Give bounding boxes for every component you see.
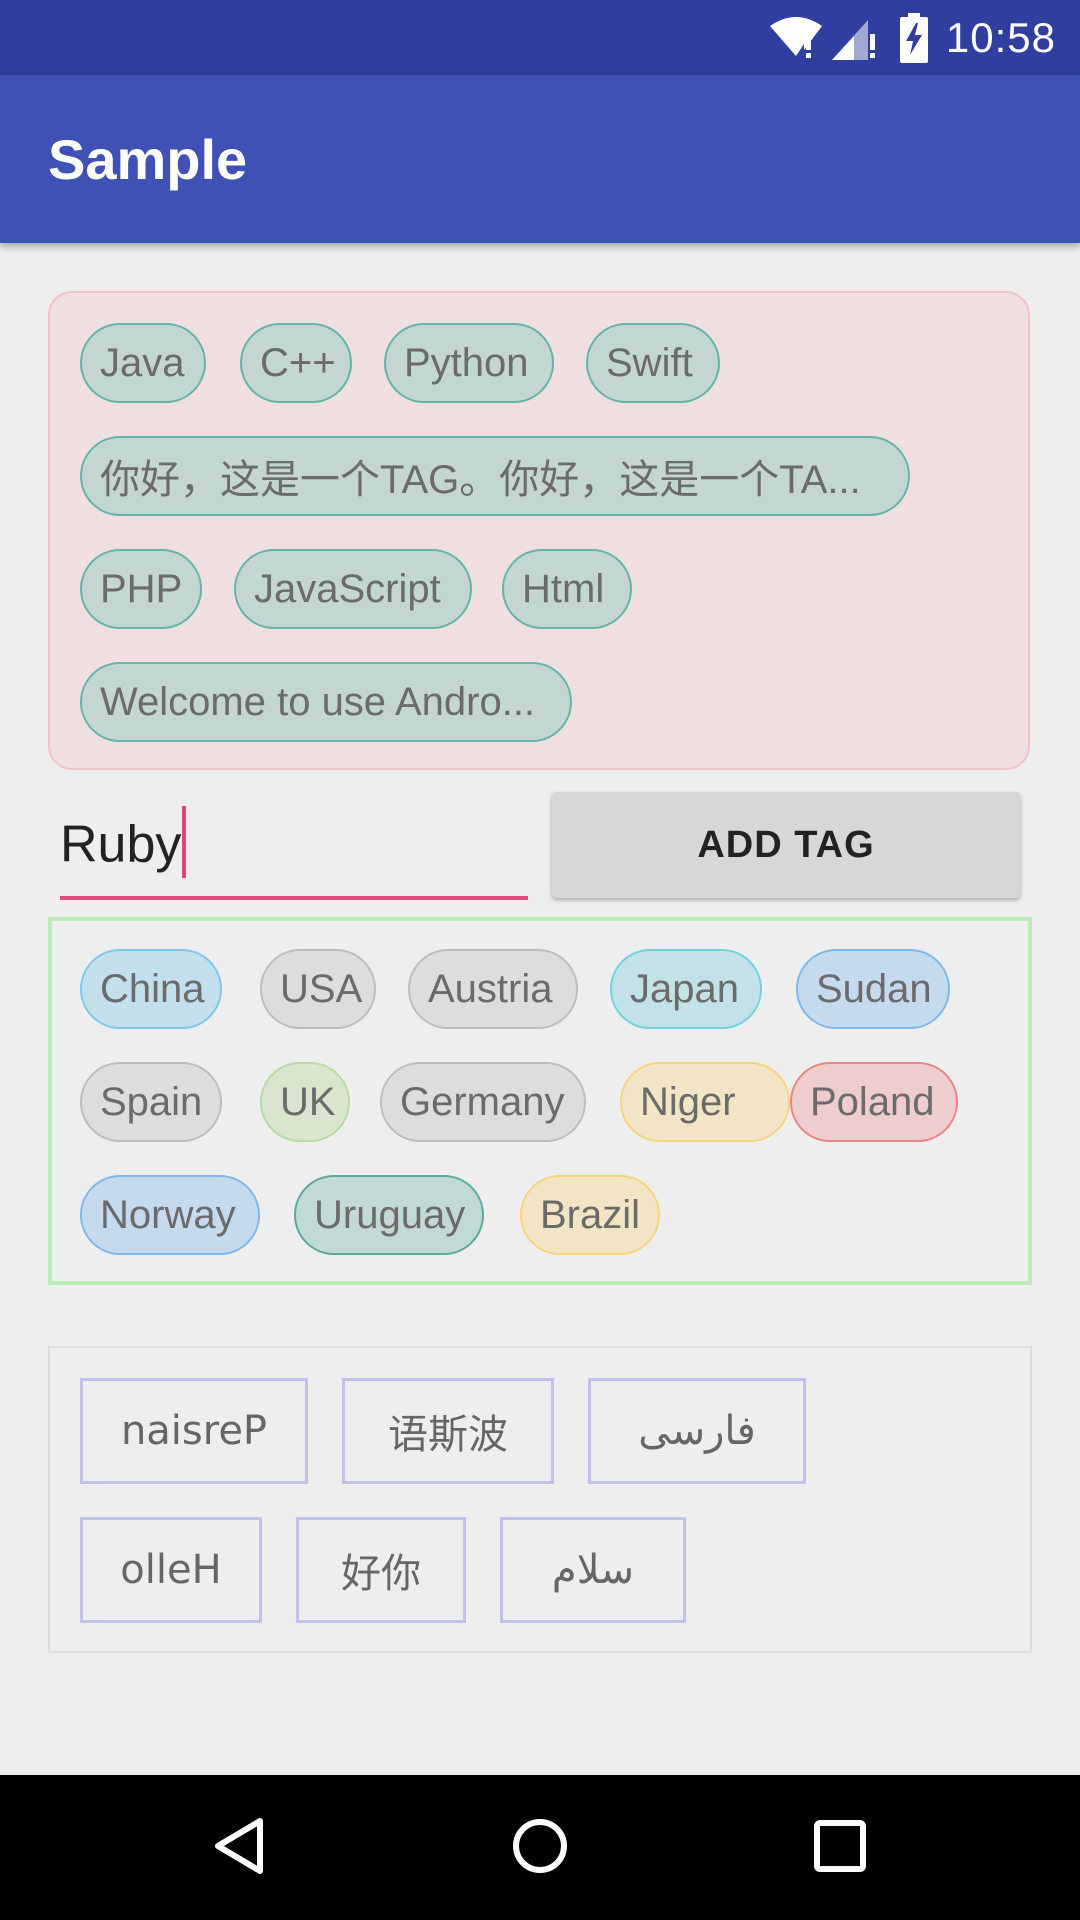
tag-php[interactable]: PHP bbox=[80, 549, 202, 629]
app-title: Sample bbox=[48, 128, 248, 191]
status-time: 10:58 bbox=[945, 13, 1056, 61]
app-bar: Sample bbox=[0, 75, 1080, 243]
back-icon bbox=[210, 1816, 270, 1880]
tag-cpp[interactable]: C++ bbox=[240, 323, 352, 403]
tag-poland[interactable]: Poland bbox=[790, 1062, 958, 1142]
tag-swift[interactable]: Swift bbox=[586, 323, 720, 403]
back-button[interactable] bbox=[165, 1775, 315, 1920]
tag-rtl-hello-reversed[interactable]: olleH bbox=[80, 1517, 262, 1623]
recents-button[interactable] bbox=[765, 1775, 915, 1920]
tag-brazil[interactable]: Brazil bbox=[520, 1175, 660, 1255]
tag-python[interactable]: Python bbox=[384, 323, 554, 403]
tag-uruguay[interactable]: Uruguay bbox=[294, 1175, 484, 1255]
tag-input-value: Ruby bbox=[60, 815, 182, 874]
home-button[interactable] bbox=[465, 1775, 615, 1920]
tag-group-languages: Java C++ Python Swift 你好，这是一个TAG。你好，这是一个… bbox=[48, 291, 1030, 770]
tag-chinese-long[interactable]: 你好，这是一个TAG。你好，这是一个TA... bbox=[80, 436, 910, 516]
tag-html[interactable]: Html bbox=[502, 549, 632, 629]
home-icon bbox=[510, 1816, 570, 1880]
tag-java[interactable]: Java bbox=[80, 323, 206, 403]
status-bar: 10:58 bbox=[0, 0, 1080, 75]
tag-javascript[interactable]: JavaScript bbox=[234, 549, 472, 629]
navigation-bar bbox=[0, 1775, 1080, 1920]
tag-japan[interactable]: Japan bbox=[610, 949, 762, 1029]
tag-rtl-farsi[interactable]: فارسی bbox=[588, 1378, 806, 1484]
input-underline bbox=[60, 896, 528, 900]
tag-welcome[interactable]: Welcome to use Andro... bbox=[80, 662, 572, 742]
tag-rtl-persian-reversed[interactable]: naisreP bbox=[80, 1378, 308, 1484]
tag-rtl-chinese-reversed[interactable]: 语斯波 bbox=[342, 1378, 554, 1484]
tag-spain[interactable]: Spain bbox=[80, 1062, 222, 1142]
tag-input-field[interactable]: Ruby bbox=[60, 792, 528, 900]
signal-icon bbox=[830, 14, 878, 62]
status-icons: 10:58 bbox=[768, 0, 1080, 75]
tag-usa[interactable]: USA bbox=[260, 949, 376, 1029]
add-tag-button[interactable]: ADD TAG bbox=[552, 792, 1020, 898]
tag-sudan[interactable]: Sudan bbox=[796, 949, 950, 1029]
tag-uk[interactable]: UK bbox=[260, 1062, 350, 1142]
wifi-icon bbox=[768, 14, 824, 62]
tag-austria[interactable]: Austria bbox=[408, 949, 578, 1029]
tag-group-countries: China USA Austria Japan Sudan Spain UK Germany N… bbox=[48, 917, 1032, 1285]
tag-niger[interactable]: Niger bbox=[620, 1062, 790, 1142]
tag-rtl-nihao-reversed[interactable]: 好你 bbox=[296, 1517, 466, 1623]
tag-rtl-salam[interactable]: سلام bbox=[500, 1517, 686, 1623]
tag-norway[interactable]: Norway bbox=[80, 1175, 260, 1255]
tag-germany[interactable]: Germany bbox=[380, 1062, 586, 1142]
text-cursor bbox=[182, 806, 187, 878]
recents-icon bbox=[810, 1816, 870, 1880]
tag-group-rtl: naisreP 语斯波 فارسی olleH 好你 سلام bbox=[48, 1346, 1032, 1653]
battery-charging-icon bbox=[899, 12, 928, 63]
tag-china[interactable]: China bbox=[80, 949, 222, 1029]
